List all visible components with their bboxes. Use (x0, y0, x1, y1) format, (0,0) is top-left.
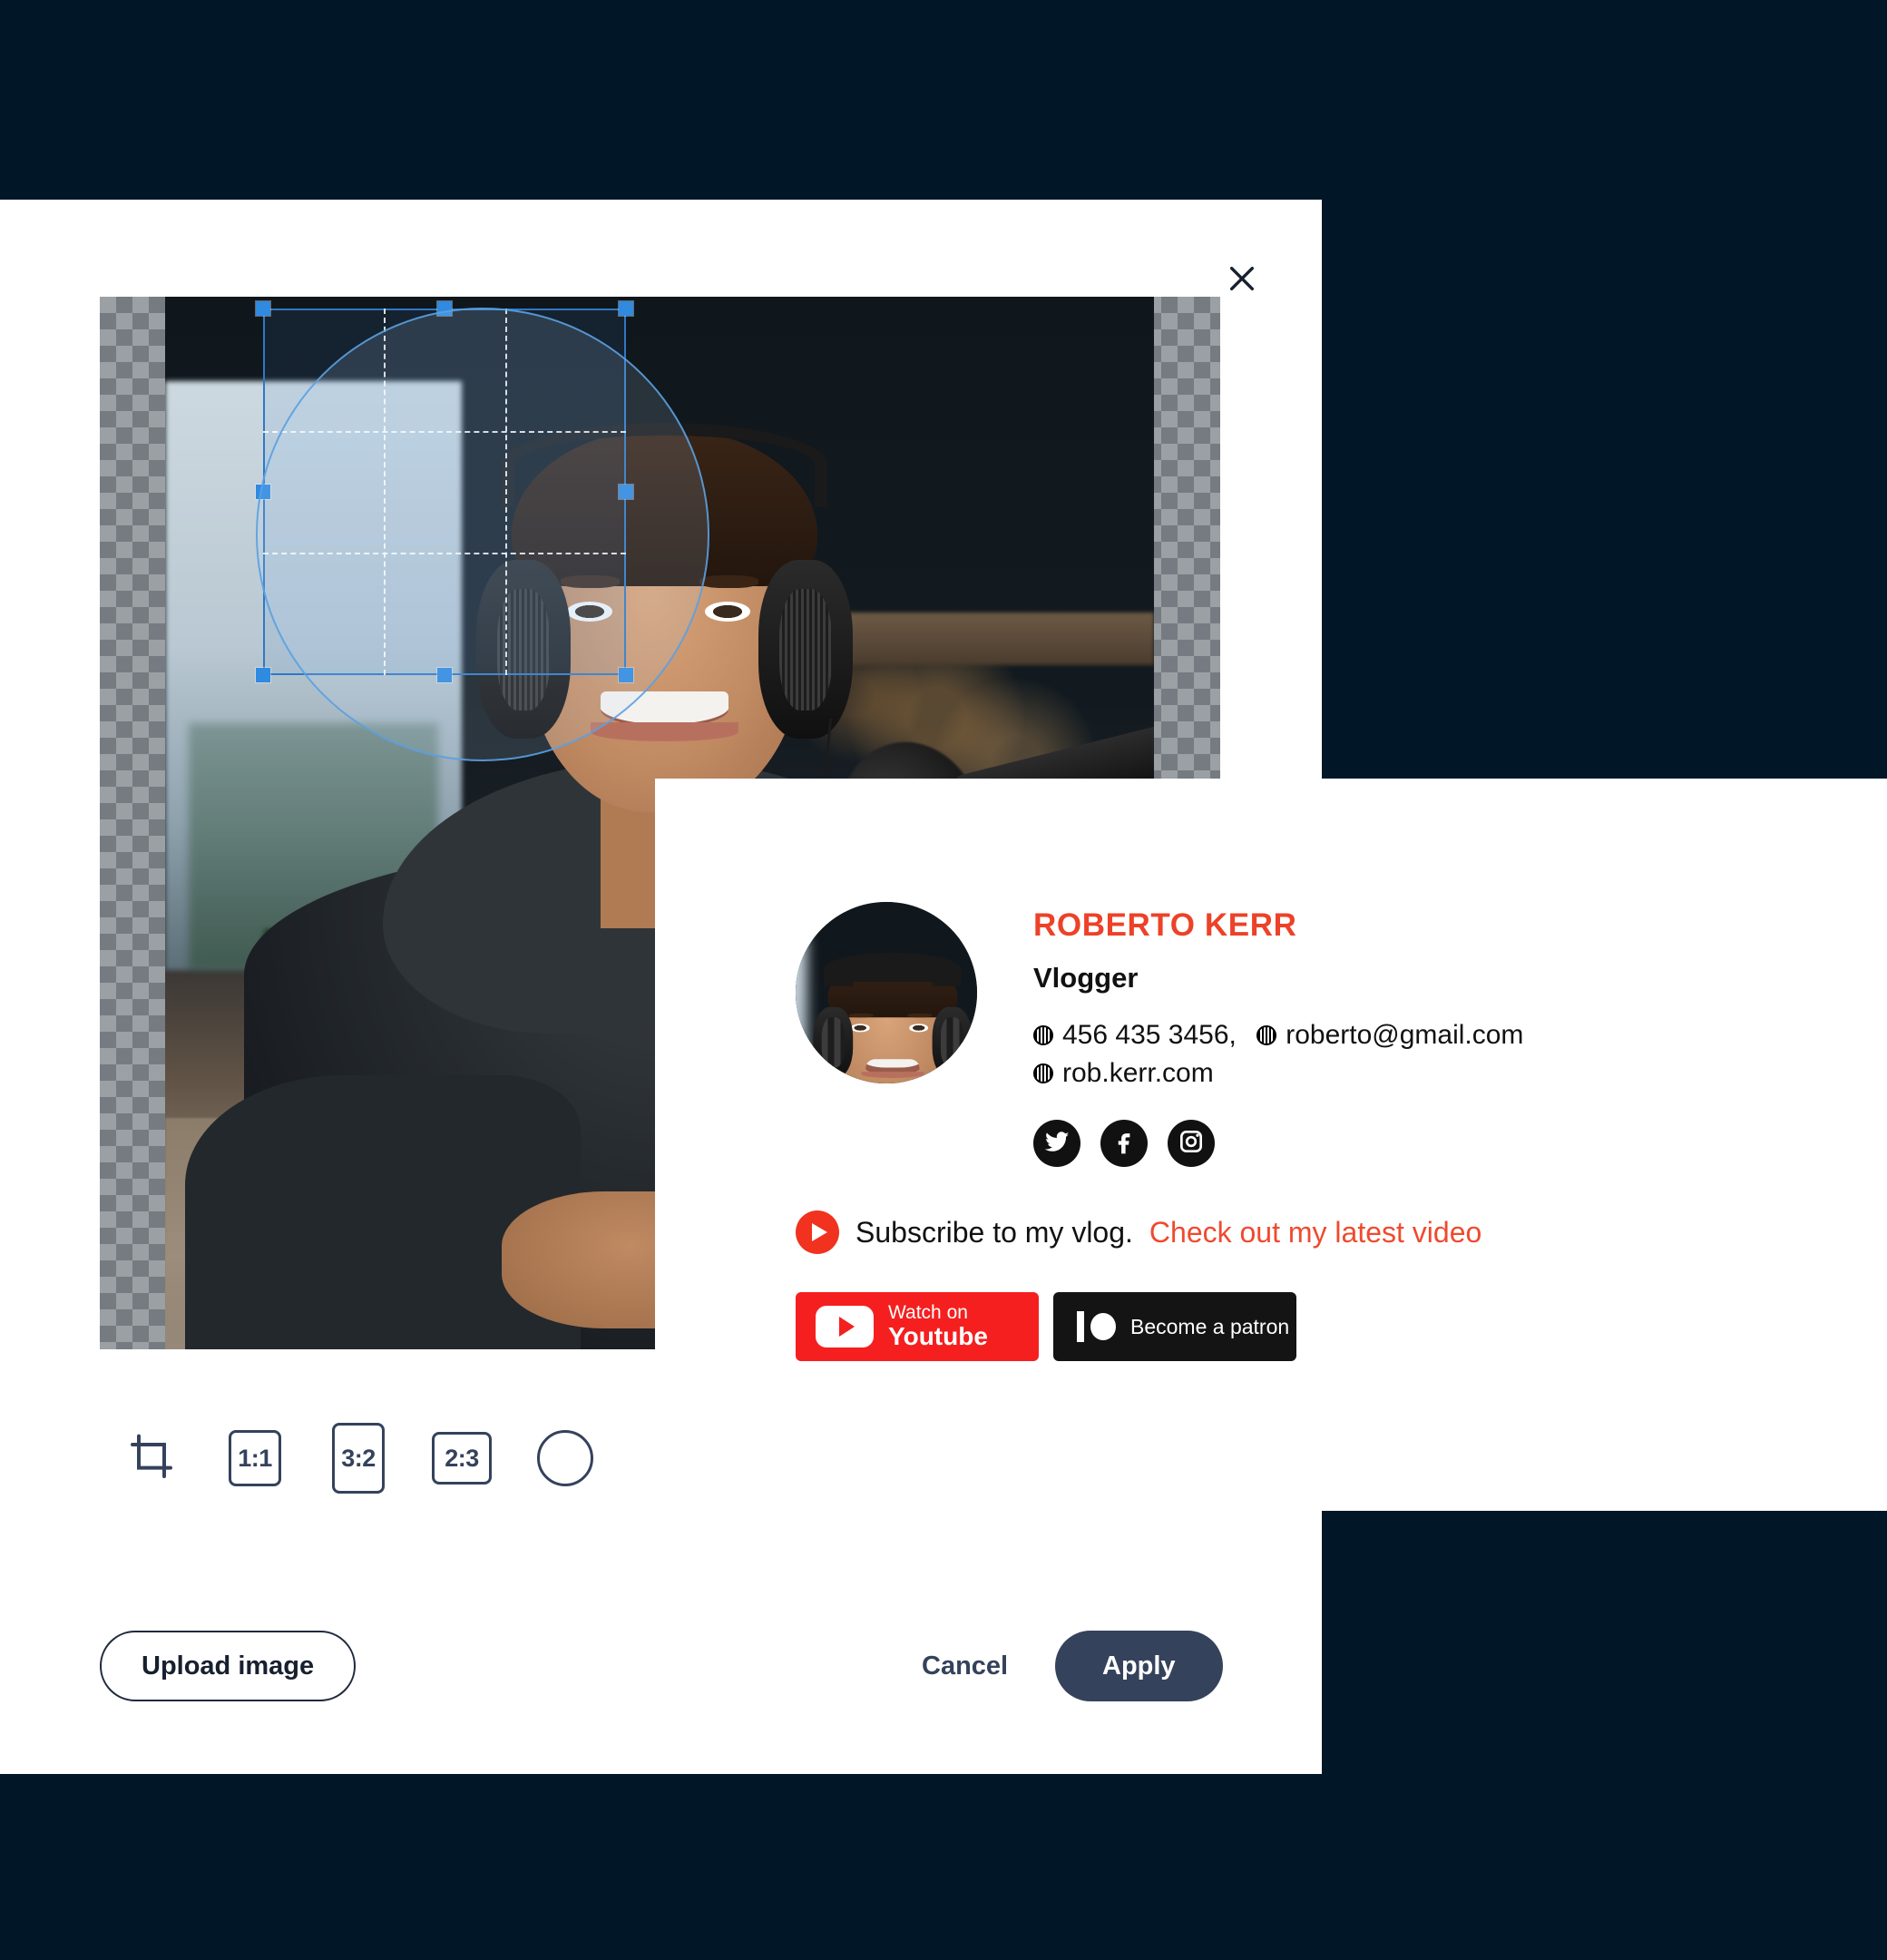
card-name: ROBERTO KERR (1033, 907, 1297, 943)
patreon-icon (1077, 1311, 1116, 1342)
crop-handle-top-right[interactable] (619, 301, 633, 316)
instagram-icon (1177, 1127, 1206, 1161)
globe-icon (1033, 1063, 1053, 1083)
latest-video-link[interactable]: Check out my latest video (1149, 1216, 1481, 1250)
close-icon (1227, 263, 1257, 297)
phone-value[interactable]: 456 435 3456, (1062, 1020, 1237, 1051)
instagram-link[interactable] (1168, 1120, 1215, 1167)
email-icon (1256, 1025, 1277, 1045)
crop-handle-bottom-left[interactable] (256, 668, 270, 682)
subscribe-row: Subscribe to my vlog. Check out my lates… (796, 1210, 1833, 1254)
ratio-3-2-tool[interactable]: 3:2 (307, 1420, 410, 1496)
portrait-icon: 3:2 (332, 1423, 385, 1494)
contact-block: 456 435 3456, roberto@gmail.com rob.kerr… (1033, 1020, 1523, 1089)
youtube-button-line1: Watch on (888, 1302, 968, 1324)
circle-crop-mask (256, 308, 709, 761)
landscape-icon: 2:3 (432, 1432, 492, 1485)
circle-crop-tool[interactable] (513, 1420, 617, 1496)
ratio-2-3-tool[interactable]: 2:3 (410, 1420, 513, 1496)
social-links (1033, 1120, 1523, 1167)
ratio-3-2-label: 3:2 (341, 1444, 376, 1472)
avatar (796, 902, 977, 1083)
crop-handle-top-left[interactable] (256, 301, 270, 316)
apply-button[interactable]: Apply (1055, 1631, 1223, 1701)
crop-icon (126, 1432, 177, 1485)
youtube-icon (816, 1306, 874, 1348)
email-signature-card: ROBERTO KERR Vlogger 456 435 3456, rober… (655, 779, 1887, 1511)
contact-row-website: rob.kerr.com (1033, 1058, 1523, 1089)
square-icon: 1:1 (229, 1430, 281, 1486)
cancel-button[interactable]: Cancel (898, 1631, 1031, 1701)
circle-icon (537, 1430, 593, 1486)
phone-icon (1033, 1025, 1053, 1045)
cta-row: Watch on Youtube Become a patron (796, 1292, 1833, 1361)
website-value[interactable]: rob.kerr.com (1062, 1058, 1214, 1089)
upload-image-button[interactable]: Upload image (100, 1631, 357, 1701)
patreon-button-label: Become a patron (1130, 1314, 1290, 1338)
free-crop-tool[interactable] (100, 1420, 203, 1496)
youtube-button-line2: Youtube (888, 1322, 988, 1351)
crop-toolbar: 1:1 3:2 2:3 (100, 1420, 617, 1496)
twitter-link[interactable] (1033, 1120, 1080, 1167)
twitter-icon (1042, 1127, 1071, 1161)
facebook-link[interactable] (1100, 1120, 1148, 1167)
modal-footer: Upload image Cancel Apply (0, 1602, 1322, 1774)
ratio-1-1-tool[interactable]: 1:1 (203, 1420, 307, 1496)
contact-row-primary: 456 435 3456, roberto@gmail.com (1033, 1020, 1523, 1051)
facebook-icon (1110, 1127, 1139, 1161)
ratio-1-1-label: 1:1 (238, 1444, 272, 1472)
ratio-2-3-label: 2:3 (445, 1444, 479, 1472)
youtube-play-icon (796, 1210, 839, 1254)
card-role: Vlogger (1033, 962, 1139, 994)
become-a-patron-button[interactable]: Become a patron (1053, 1292, 1296, 1361)
email-value[interactable]: roberto@gmail.com (1286, 1020, 1523, 1051)
close-button[interactable] (1217, 254, 1267, 305)
subscribe-text: Subscribe to my vlog. (856, 1215, 1133, 1249)
watch-on-youtube-button[interactable]: Watch on Youtube (796, 1292, 1039, 1361)
